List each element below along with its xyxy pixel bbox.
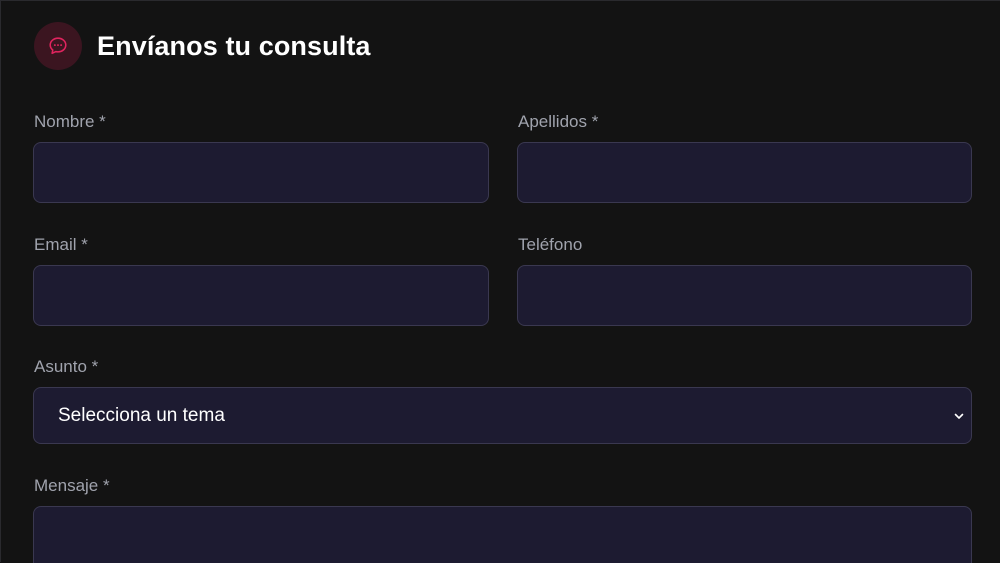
email-label: Email * <box>34 235 88 254</box>
asunto-select[interactable]: Selecciona un tema <box>33 387 972 444</box>
asunto-label: Asunto * <box>34 357 99 376</box>
form-header: Envíanos tu consulta <box>34 22 371 70</box>
nombre-input[interactable] <box>33 142 489 203</box>
mensaje-textarea[interactable] <box>33 506 972 563</box>
contact-form-panel: Envíanos tu consulta Nombre * Apellidos … <box>0 0 1000 563</box>
apellidos-input[interactable] <box>517 142 972 203</box>
email-input[interactable] <box>33 265 489 326</box>
telefono-label: Teléfono <box>518 235 583 254</box>
asunto-selected-value: Selecciona un tema <box>58 404 225 426</box>
chat-bubble-icon <box>34 22 82 70</box>
telefono-input[interactable] <box>517 265 972 326</box>
nombre-label: Nombre * <box>34 112 106 131</box>
form-title: Envíanos tu consulta <box>97 30 371 61</box>
mensaje-label: Mensaje * <box>34 476 110 495</box>
chevron-down-icon <box>952 409 966 423</box>
apellidos-label: Apellidos * <box>518 112 599 131</box>
